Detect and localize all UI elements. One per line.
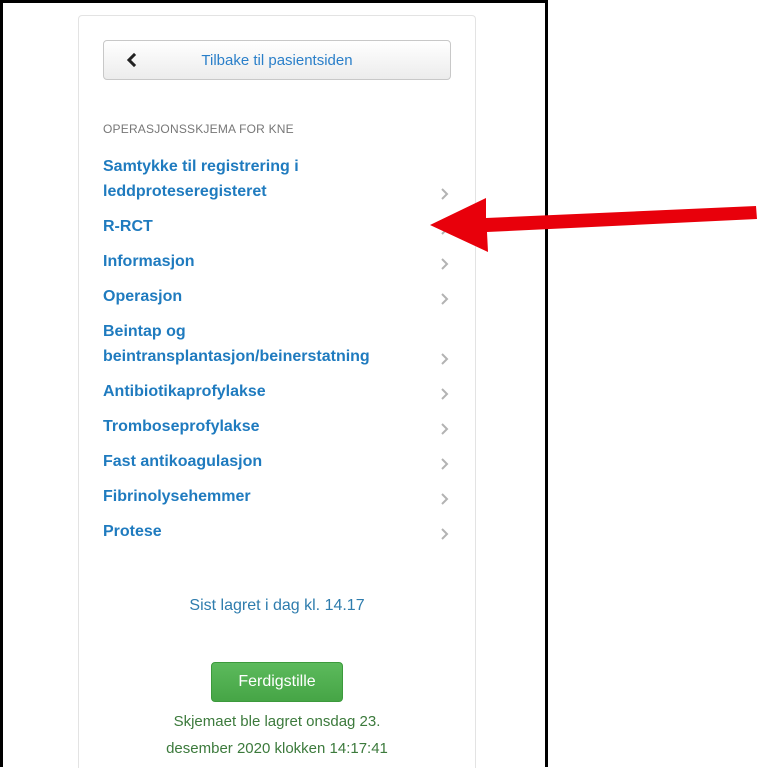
save-message-line-2: desember 2020 klokken 14:17:41 — [166, 740, 388, 757]
nav-item-label: Fast antikoagulasjon — [103, 453, 263, 470]
save-confirmation-message: Skjemaet ble lagret onsdag 23. desember … — [79, 708, 475, 762]
screenshot-frame: Tilbake til pasientsiden OPERASJONSSKJEM… — [0, 0, 548, 768]
chevron-right-icon — [441, 493, 449, 505]
chevron-right-icon — [441, 388, 449, 400]
nav-item-label: Tromboseprofylakse — [103, 418, 260, 435]
chevron-left-icon — [126, 52, 137, 68]
chevron-right-icon — [441, 293, 449, 305]
nav-item-informasjon[interactable]: Informasjon — [103, 249, 455, 274]
chevron-right-icon — [441, 353, 449, 365]
nav-item-label: Protese — [103, 523, 162, 540]
nav-item-label: R-RCT — [103, 218, 153, 235]
nav-item-fast-antikoagulasjon[interactable]: Fast antikoagulasjon — [103, 449, 455, 474]
nav-item-fibrinolysehemmer[interactable]: Fibrinolysehemmer — [103, 484, 455, 509]
nav-item-protese[interactable]: Protese — [103, 519, 455, 544]
nav-item-label: Informasjon — [103, 253, 195, 270]
save-message-line-1: Skjemaet ble lagret onsdag 23. — [173, 713, 381, 730]
finish-button[interactable]: Ferdigstille — [211, 662, 343, 702]
nav-item-beintap[interactable]: Beintap og beintransplantasjon/beinersta… — [103, 319, 455, 369]
nav-item-r-rct[interactable]: R-RCT — [103, 214, 455, 239]
form-navigation-panel: Tilbake til pasientsiden OPERASJONSSKJEM… — [78, 15, 476, 768]
nav-item-label: Fibrinolysehemmer — [103, 488, 251, 505]
section-heading: OPERASJONSSKJEMA FOR KNE — [103, 122, 294, 136]
last-saved-status: Sist lagret i dag kl. 14.17 — [189, 597, 365, 614]
chevron-right-icon — [441, 528, 449, 540]
chevron-right-icon — [441, 423, 449, 435]
nav-item-label: Antibiotikaprofylakse — [103, 383, 266, 400]
back-button-label: Tilbake til pasientsiden — [201, 52, 353, 69]
nav-item-operasjon[interactable]: Operasjon — [103, 284, 455, 309]
nav-item-tromboseprofylakse[interactable]: Tromboseprofylakse — [103, 414, 455, 439]
nav-item-samtykke[interactable]: Samtykke til registrering i leddproteser… — [103, 154, 455, 204]
red-arrow-annotation — [430, 198, 757, 252]
nav-item-label: Operasjon — [103, 288, 183, 305]
nav-item-label: Samtykke til registrering i leddproteser… — [103, 158, 299, 200]
back-to-patient-button[interactable]: Tilbake til pasientsiden — [103, 40, 451, 80]
chevron-right-icon — [441, 458, 449, 470]
form-section-list: Samtykke til registrering i leddproteser… — [103, 154, 455, 554]
nav-item-antibiotikaprofylakse[interactable]: Antibiotikaprofylakse — [103, 379, 455, 404]
nav-item-label: Beintap og beintransplantasjon/beinersta… — [103, 323, 370, 365]
